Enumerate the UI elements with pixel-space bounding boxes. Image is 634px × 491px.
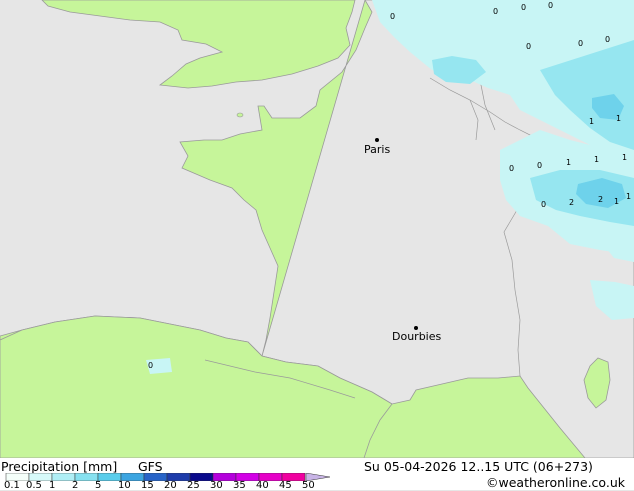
precip-value: 0 (537, 161, 542, 170)
color-scale-label: 0.1 (4, 480, 20, 491)
precip-value: 0 (548, 1, 553, 10)
color-scale-label: 30 (210, 480, 223, 491)
city-dourbies-label: Dourbies (392, 330, 442, 343)
precip-value: 0 (541, 200, 546, 209)
precip-value: 0 (390, 12, 395, 21)
precip-value: 0 (148, 361, 153, 370)
color-scale-label: 45 (279, 480, 292, 491)
precip-value: 1 (622, 153, 627, 162)
precip-value: 1 (616, 114, 621, 123)
color-scale-label: 25 (187, 480, 200, 491)
credit-link[interactable]: ©weatheronline.co.uk (486, 475, 625, 490)
color-scale-label: 20 (164, 480, 177, 491)
precip-value: 0 (605, 35, 610, 44)
precip-value: 1 (589, 117, 594, 126)
color-scale-label: 0.5 (26, 480, 42, 491)
model-name: GFS (138, 459, 163, 474)
color-scale-label: 15 (141, 480, 154, 491)
precip-value: 1 (626, 192, 631, 201)
color-scale-label: 2 (72, 480, 79, 491)
precip-value: 2 (598, 195, 603, 204)
precip-value: 0 (509, 164, 514, 173)
precip-value: 0 (526, 42, 531, 51)
forecast-datetime: Su 05-04-2026 12..15 UTC (06+273) (364, 459, 593, 474)
city-paris-label: Paris (364, 143, 390, 156)
precip-value: 1 (594, 155, 599, 164)
precip-value: 0 (521, 3, 526, 12)
precipitation-map: Paris Dourbies 0 0 0 0 0 0 0 1 1 1 1 1 1… (0, 0, 634, 458)
precip-value: 0 (493, 7, 498, 16)
color-scale-label: 1 (49, 480, 56, 491)
island-jersey (236, 112, 244, 118)
color-scale-label: 40 (256, 480, 269, 491)
color-scale-label: 10 (118, 480, 131, 491)
color-scale-label: 50 (302, 480, 315, 491)
precip-value: 1 (614, 197, 619, 206)
precip-value: 0 (578, 39, 583, 48)
color-scale-label: 35 (233, 480, 246, 491)
legend-title: Precipitation [mm] (1, 459, 118, 474)
city-paris-marker (375, 138, 379, 142)
weather-map-app: Paris Dourbies 0 0 0 0 0 0 0 1 1 1 1 1 1… (0, 0, 634, 491)
precip-value: 2 (569, 198, 574, 207)
color-scale-label: 5 (95, 480, 102, 491)
precip-value: 1 (566, 158, 571, 167)
